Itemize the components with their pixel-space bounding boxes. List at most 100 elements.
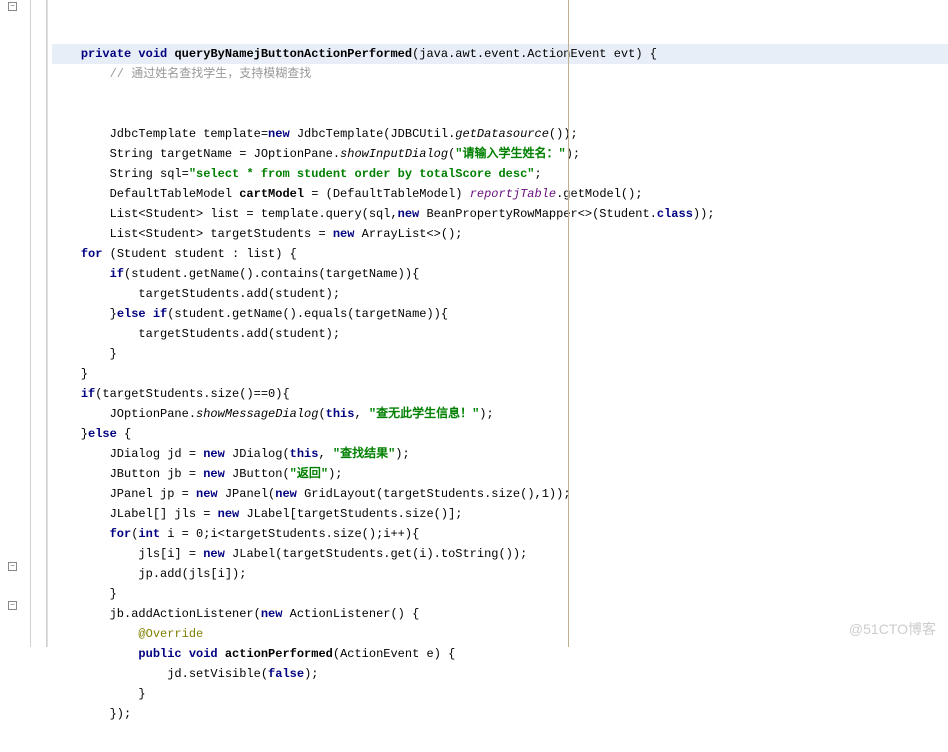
code-line[interactable]: }else { — [52, 424, 948, 444]
code-token: jd.setVisible( — [52, 667, 268, 681]
code-line[interactable]: } — [52, 684, 948, 704]
code-token: JButton( — [232, 467, 290, 481]
code-token: , — [354, 407, 368, 421]
code-line[interactable]: targetStudents.add(student); — [52, 284, 948, 304]
code-line[interactable]: targetStudents.add(student); — [52, 324, 948, 344]
code-token: this — [290, 447, 319, 461]
editor-gutter: − − − — [0, 0, 48, 647]
code-token: )); — [693, 207, 715, 221]
code-token: JLabel[] jls = — [52, 507, 218, 521]
code-line[interactable]: if(student.getName().contains(targetName… — [52, 264, 948, 284]
code-token: jp.add(jls[i]); — [52, 567, 246, 581]
code-line[interactable]: JdbcTemplate template=new JdbcTemplate(J… — [52, 124, 948, 144]
code-line[interactable]: }else if(student.getName().equals(target… — [52, 304, 948, 324]
code-token — [52, 647, 138, 661]
fold-icon[interactable]: − — [8, 562, 17, 571]
code-token: (targetStudents.size()==0){ — [95, 387, 289, 401]
code-line[interactable]: String targetName = JOptionPane.showInpu… — [52, 144, 948, 164]
code-line[interactable]: JPanel jp = new JPanel(new GridLayout(ta… — [52, 484, 948, 504]
code-token: } — [52, 587, 117, 601]
code-token: new — [268, 127, 297, 141]
code-line[interactable]: }); — [52, 704, 948, 724]
code-token: JPanel jp = — [52, 487, 196, 501]
code-token: @Override — [138, 627, 203, 641]
code-line[interactable]: String sql="select * from student order … — [52, 164, 948, 184]
code-line[interactable]: List<Student> targetStudents = new Array… — [52, 224, 948, 244]
code-token: // 通过姓名查找学生，支持模糊查找 — [52, 67, 311, 81]
code-token: JPanel( — [225, 487, 275, 501]
code-token — [52, 107, 59, 121]
code-token: new — [261, 607, 290, 621]
code-token: BeanPropertyRowMapper<>(Student. — [426, 207, 656, 221]
code-token: JdbcTemplate template= — [52, 127, 268, 141]
code-token: if — [81, 387, 95, 401]
code-line[interactable]: } — [52, 344, 948, 364]
code-token: String targetName = JOptionPane. — [52, 147, 340, 161]
code-line[interactable]: JOptionPane.showMessageDialog(this, "查无此… — [52, 404, 948, 424]
fold-icon[interactable]: − — [8, 601, 17, 610]
code-area[interactable]: private void queryByNamejButtonActionPer… — [48, 0, 948, 647]
code-token: new — [196, 487, 225, 501]
code-line[interactable]: JButton jb = new JButton("返回"); — [52, 464, 948, 484]
code-line[interactable]: jb.addActionListener(new ActionListener(… — [52, 604, 948, 624]
code-token: ); — [479, 407, 493, 421]
vertical-ruler — [568, 0, 569, 647]
code-line[interactable]: } — [52, 584, 948, 604]
code-token: JOptionPane. — [52, 407, 196, 421]
code-line[interactable]: jp.add(jls[i]); — [52, 564, 948, 584]
code-line[interactable]: jd.setVisible(false); — [52, 664, 948, 684]
code-token: JLabel[targetStudents.size()]; — [246, 507, 462, 521]
code-token: } — [52, 307, 117, 321]
code-token: String sql= — [52, 167, 189, 181]
code-token: ()); — [549, 127, 578, 141]
code-token: else if — [117, 307, 167, 321]
code-line[interactable]: JDialog jd = new JDialog(this, "查找结果"); — [52, 444, 948, 464]
code-token: for — [110, 527, 132, 541]
code-token: new — [275, 487, 304, 501]
editor-container: − − − private void queryByNamejButtonActio… — [0, 0, 948, 647]
code-token: new — [398, 207, 427, 221]
code-token: JDialog( — [232, 447, 290, 461]
code-token: targetStudents.add(student); — [52, 327, 340, 341]
gutter-guide-2 — [46, 0, 47, 647]
code-token: } — [52, 427, 88, 441]
code-token: class — [657, 207, 693, 221]
code-token: queryByNamejButtonActionPerformed — [174, 47, 412, 61]
code-token: { — [124, 427, 131, 441]
code-token: i = 0;i<targetStudents.size();i++){ — [167, 527, 419, 541]
gutter-guide — [30, 0, 31, 647]
code-token: , — [318, 447, 332, 461]
code-line[interactable]: if(targetStudents.size()==0){ — [52, 384, 948, 404]
code-token — [52, 527, 110, 541]
code-token: this — [326, 407, 355, 421]
code-line[interactable]: for(int i = 0;i<targetStudents.size();i+… — [52, 524, 948, 544]
code-token — [52, 267, 110, 281]
code-line[interactable] — [52, 84, 948, 104]
code-token: showInputDialog — [340, 147, 448, 161]
code-token: JLabel(targetStudents.get(i).toString())… — [232, 547, 527, 561]
fold-icon[interactable]: − — [8, 2, 17, 11]
code-line[interactable]: JLabel[] jls = new JLabel[targetStudents… — [52, 504, 948, 524]
code-token: else — [88, 427, 124, 441]
code-line[interactable]: jls[i] = new JLabel(targetStudents.get(i… — [52, 544, 948, 564]
code-token: new — [218, 507, 247, 521]
code-line[interactable]: } — [52, 364, 948, 384]
code-token: targetStudents.add(student); — [52, 287, 340, 301]
code-line[interactable]: private void queryByNamejButtonActionPer… — [52, 44, 948, 64]
code-line[interactable] — [52, 104, 948, 124]
code-token: JdbcTemplate(JDBCUtil. — [297, 127, 455, 141]
code-line[interactable]: DefaultTableModel cartModel = (DefaultTa… — [52, 184, 948, 204]
code-token: ActionListener() { — [290, 607, 420, 621]
code-token: if — [110, 267, 124, 281]
code-line[interactable]: List<Student> list = template.query(sql,… — [52, 204, 948, 224]
code-token: "返回" — [290, 467, 328, 481]
code-line[interactable]: // 通过姓名查找学生，支持模糊查找 — [52, 64, 948, 84]
code-token: new — [203, 547, 232, 561]
code-token: "查无此学生信息！" — [369, 407, 479, 421]
code-token: (student.getName().equals(targetName)){ — [167, 307, 448, 321]
code-line[interactable]: public void actionPerformed(ActionEvent … — [52, 644, 948, 664]
code-line[interactable]: @Override — [52, 624, 948, 644]
code-token: showMessageDialog — [196, 407, 318, 421]
code-token: }); — [52, 707, 131, 721]
code-line[interactable]: for (Student student : list) { — [52, 244, 948, 264]
